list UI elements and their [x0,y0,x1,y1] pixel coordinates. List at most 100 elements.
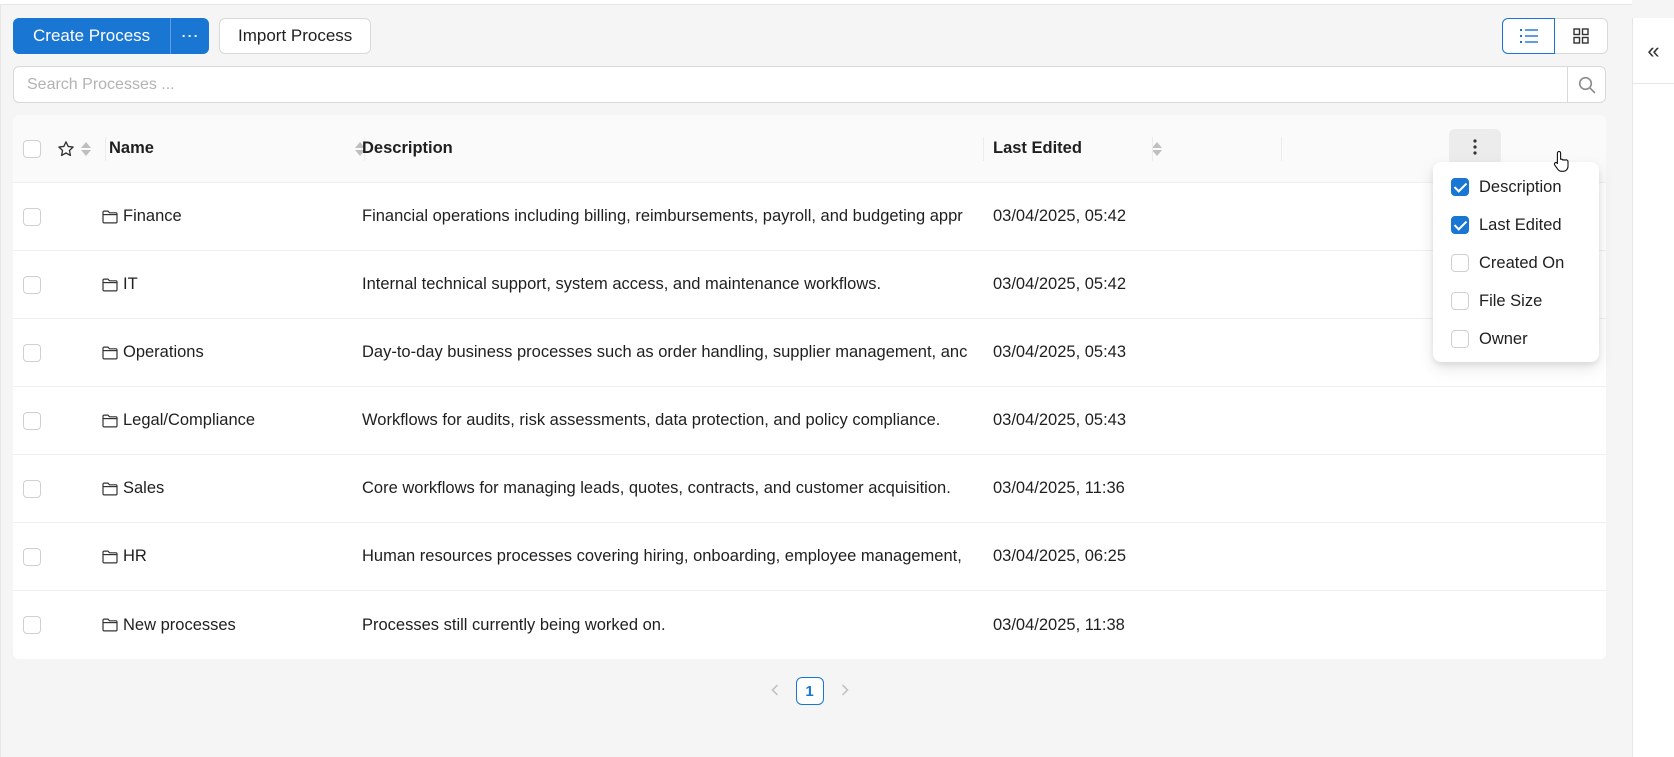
column-option-checkbox[interactable] [1451,254,1469,272]
row-description-cell: Core workflows for managing leads, quote… [362,455,975,522]
list-icon [1519,29,1538,43]
row-description-cell: Day-to-day business processes such as or… [362,319,975,386]
chevron-right-icon [841,684,849,696]
last-edited-sort-icon[interactable] [1152,141,1162,156]
row-description: Day-to-day business processes such as or… [362,343,968,361]
row-last-edited: 03/04/2025, 05:43 [993,411,1127,429]
row-checkbox[interactable] [23,411,41,430]
table-body: Finance Financial operations including b… [13,183,1606,659]
search-button[interactable] [1567,67,1605,102]
favorite-sort-icon[interactable] [81,141,91,156]
row-description: Human resources processes covering hirin… [362,547,962,565]
grid-icon [1573,28,1589,44]
column-option-created-on[interactable]: Created On [1433,244,1599,282]
search-input[interactable] [14,67,1567,102]
row-select-cell [23,455,43,522]
row-name: Legal/Compliance [102,411,255,430]
table-row[interactable]: Legal/Compliance Workflows for audits, r… [13,387,1606,455]
pagination: 1 [13,677,1606,705]
create-process-more-button[interactable]: ⋯ [170,18,210,54]
row-checkbox[interactable] [23,343,41,362]
favorite-column-header[interactable] [57,115,103,182]
row-select-cell [23,183,43,250]
chevron-left-icon [770,684,778,696]
column-separator [1152,137,1153,161]
column-option-checkbox[interactable] [1451,216,1469,234]
left-border [0,5,1,757]
row-last-edited-cell: 03/04/2025, 05:42 [993,251,1168,318]
more-vertical-icon [1473,139,1477,155]
row-checkbox[interactable] [23,275,41,294]
row-name-label: Sales [123,479,165,497]
row-description-cell: Internal technical support, system acces… [362,251,975,318]
row-checkbox[interactable] [23,547,41,566]
row-description-cell: Processes still currently being worked o… [362,591,975,659]
create-process-button[interactable]: Create Process [13,18,171,54]
double-chevron-left-icon: « [1647,37,1660,63]
column-option-label: Created On [1479,253,1565,272]
row-description: Core workflows for managing leads, quote… [362,479,951,497]
row-description: Processes still currently being worked o… [362,615,666,634]
column-option-file-size[interactable]: File Size [1433,282,1599,320]
table-row[interactable]: Sales Core workflows for managing leads,… [13,455,1606,523]
next-page-button[interactable] [838,683,852,699]
grid-view-button[interactable] [1555,18,1608,54]
row-name-cell[interactable]: New processes [102,591,364,659]
row-description: Internal technical support, system acces… [362,275,882,293]
page-button-current[interactable]: 1 [795,677,824,705]
column-option-owner[interactable]: Owner [1433,320,1599,358]
folder-icon [102,482,118,495]
column-option-last-edited[interactable]: Last Edited [1433,206,1599,244]
row-name-cell[interactable]: Sales [102,455,364,522]
row-name-cell[interactable]: Finance [102,183,364,250]
row-last-edited-cell: 03/04/2025, 05:42 [993,183,1168,250]
row-last-edited: 03/04/2025, 06:25 [993,547,1127,565]
column-option-label: Last Edited [1479,215,1562,234]
last-edited-column-header[interactable]: Last Edited [993,115,1168,182]
row-last-edited: 03/04/2025, 05:42 [993,207,1127,225]
row-name-cell[interactable]: Legal/Compliance [102,387,364,454]
table-row[interactable]: IT Internal technical support, system ac… [13,251,1606,319]
main-content: Create Process ⋯ Import Process Search P… [13,0,1608,757]
row-last-edited: 03/04/2025, 11:36 [993,479,1125,497]
folder-icon [102,346,118,359]
row-last-edited-cell: 03/04/2025, 11:36 [993,455,1168,522]
row-checkbox[interactable] [23,479,41,498]
import-process-button[interactable]: Import Process [219,18,372,54]
column-option-description[interactable]: Description [1433,168,1599,206]
table-row[interactable]: HR Human resources processes covering hi… [13,523,1606,591]
row-name-cell[interactable]: Operations [102,319,364,386]
collapse-panel-button[interactable]: « [1633,18,1674,84]
description-column-header: Description [362,115,1027,182]
column-settings-button[interactable] [1449,129,1501,165]
column-option-checkbox[interactable] [1451,292,1469,310]
column-option-checkbox[interactable] [1451,178,1469,196]
row-name-label: HR [123,547,147,565]
create-process-button-group: Create Process ⋯ [13,18,210,54]
row-last-edited: 03/04/2025, 05:42 [993,275,1127,293]
name-column-header[interactable]: Name [109,115,371,182]
row-select-cell [23,591,43,659]
column-option-checkbox[interactable] [1451,330,1469,348]
row-select-cell [23,319,43,386]
column-option-label: File Size [1479,291,1543,310]
select-all-checkbox[interactable] [23,139,41,158]
prev-page-button[interactable] [768,683,782,699]
table-row[interactable]: Finance Financial operations including b… [13,183,1606,251]
folder-icon [102,618,118,632]
column-separator [105,137,106,161]
row-last-edited-cell: 03/04/2025, 11:38 [993,591,1168,659]
row-name-cell[interactable]: HR [102,523,364,590]
row-last-edited-cell: 03/04/2025, 05:43 [993,387,1168,454]
row-last-edited-cell: 03/04/2025, 06:25 [993,523,1168,590]
row-name-cell[interactable]: IT [102,251,364,318]
folder-icon [102,278,118,291]
row-checkbox[interactable] [23,207,41,226]
column-option-label: Owner [1479,329,1528,348]
hand-pointer-icon [1553,150,1569,172]
view-toggle [1502,18,1608,54]
list-view-button[interactable] [1502,18,1555,54]
table-row[interactable]: New processes Processes still currently … [13,591,1606,659]
row-checkbox[interactable] [23,616,41,634]
table-row[interactable]: Operations Day-to-day business processes… [13,319,1606,387]
